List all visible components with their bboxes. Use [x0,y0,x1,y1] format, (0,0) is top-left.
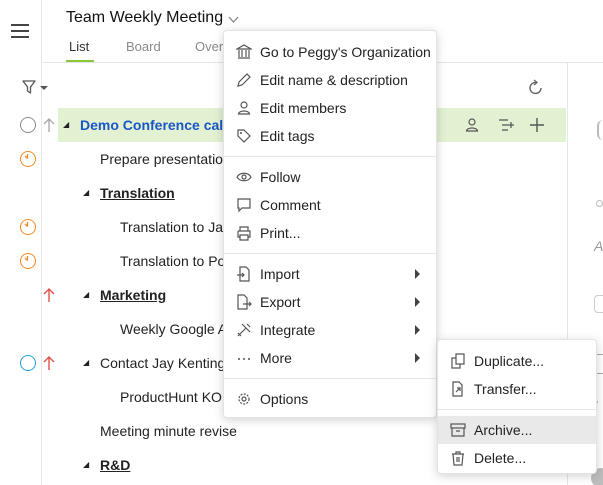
pencil-icon [236,72,252,88]
menu-item-label: Transfer... [474,381,537,397]
left-rail [0,0,42,485]
more-submenu: Duplicate... Transfer... Archive... Delete.… [437,339,597,474]
context-menu-item-edit-tags[interactable]: Edit tags [224,122,436,150]
section-title[interactable]: Marketing [100,287,166,303]
context-menu-item-comment[interactable]: Comment [224,191,436,219]
export-icon [236,294,252,310]
task-title[interactable]: ProductHunt KO [120,389,222,405]
menu-separator [438,409,596,410]
right-panel-search-box[interactable] [594,295,603,313]
hamburger-menu-icon[interactable] [11,22,31,40]
organization-icon [236,44,252,60]
menu-item-label: Options [260,391,309,407]
menu-separator [224,253,436,254]
menu-item-label: Comment [260,197,321,213]
right-panel-dot-icon [596,200,603,207]
context-menu: Go to Peggy's Organization Edit name & de… [223,30,437,418]
task-title[interactable]: Translation to Jap [120,219,231,235]
comment-icon [236,197,252,213]
section-title[interactable]: R&D [100,457,130,473]
archive-icon [450,422,466,438]
refresh-icon[interactable] [526,78,546,98]
task-status-icon[interactable] [20,355,36,371]
task-title[interactable]: Demo Conference call v [80,117,239,133]
submenu-item-duplicate[interactable]: Duplicate... [438,347,596,375]
menu-item-label: Follow [260,169,301,185]
priority-arrow-icon[interactable] [42,355,56,371]
collapse-triangle-icon[interactable]: ◢ [83,460,89,469]
add-subtask-list-icon[interactable] [498,117,516,133]
printer-icon [236,225,252,241]
submenu-arrow-icon [415,353,420,363]
tab-list[interactable]: List [69,39,89,54]
task-status-icon[interactable] [20,117,36,133]
menu-separator [224,156,436,157]
right-panel-text-glyph: A [594,238,603,254]
menu-item-label: Archive... [474,422,533,438]
menu-item-label: Print... [260,225,301,241]
transfer-icon [450,381,466,397]
task-title[interactable]: Prepare presentation [100,151,231,167]
menu-item-label: Integrate [260,322,316,338]
context-menu-item-import[interactable]: Import [224,260,436,288]
page-title[interactable]: Team Weekly Meeting [66,9,223,27]
assign-member-icon[interactable] [464,117,480,133]
tab-overview[interactable]: Over [195,39,223,54]
menu-item-label: Edit members [260,100,347,116]
context-menu-item-export[interactable]: Export [224,288,436,316]
menu-separator [224,378,436,379]
import-icon [236,266,252,282]
priority-arrow-icon[interactable] [42,117,56,133]
duplicate-icon [450,353,466,369]
task-status-icon[interactable] [20,219,36,235]
context-menu-item-integrate[interactable]: Integrate [224,316,436,344]
context-menu-item-edit-name-description[interactable]: Edit name & description [224,66,436,94]
context-menu-item-go-to-peggy-s-organization[interactable]: Go to Peggy's Organization [224,38,436,66]
tag-icon [236,128,252,144]
submenu-item-archive[interactable]: Archive... [438,416,596,444]
priority-arrow-icon[interactable] [42,287,56,303]
context-menu-item-edit-members[interactable]: Edit members [224,94,436,122]
menu-item-label: More [260,350,292,366]
menu-item-label: Import [260,266,300,282]
context-menu-item-print[interactable]: Print... [224,219,436,247]
collapse-triangle-icon[interactable]: ◢ [63,120,69,129]
add-icon[interactable] [529,117,545,133]
right-panel-partial-icon [597,120,603,140]
section-title[interactable]: Translation [100,185,175,201]
collapse-triangle-icon[interactable]: ◢ [83,290,89,299]
menu-item-label: Export [260,294,301,310]
submenu-arrow-icon [415,297,420,307]
filter-icon[interactable] [21,79,51,97]
context-menu-item-follow[interactable]: Follow [224,163,436,191]
eye-icon [236,169,252,185]
menu-item-label: Delete... [474,450,527,466]
chevron-down-icon[interactable] [227,13,240,26]
task-title[interactable]: Contact Jay Kenting [100,355,225,371]
menu-item-label: Edit tags [260,128,315,144]
menu-item-label: Edit name & description [260,72,408,88]
task-title[interactable]: Meeting minute revise [100,423,237,439]
tools-icon [236,322,252,338]
menu-item-label: Duplicate... [474,353,545,369]
task-title[interactable]: Weekly Google A [120,321,227,337]
ellipsis-icon [236,350,252,366]
task-status-icon[interactable] [20,253,36,269]
submenu-arrow-icon [415,269,420,279]
task-title[interactable]: Translation to Po [120,253,225,269]
tab-board[interactable]: Board [126,39,161,54]
submenu-item-transfer[interactable]: Transfer... [438,375,596,403]
submenu-item-delete[interactable]: Delete... [438,444,596,472]
person-icon [236,100,252,116]
submenu-arrow-icon [415,325,420,335]
task-status-icon[interactable] [20,151,36,167]
context-menu-item-options[interactable]: Options [224,385,436,413]
context-menu-item-more[interactable]: More [224,344,436,372]
collapse-triangle-icon[interactable]: ◢ [83,188,89,197]
gear-icon [236,391,252,407]
collapse-triangle-icon[interactable]: ◢ [83,358,89,367]
trash-icon [450,450,466,466]
menu-item-label: Go to Peggy's Organization [260,44,431,60]
